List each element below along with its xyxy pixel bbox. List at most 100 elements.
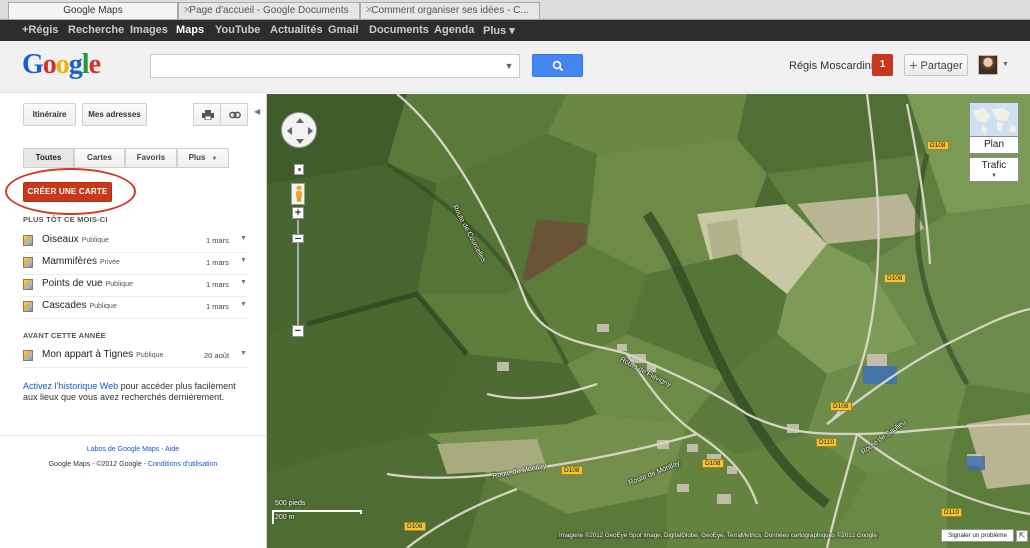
- section-title-older: AVANT CETTE ANNÉE: [23, 331, 106, 340]
- scale-meters: 200 m: [275, 514, 295, 521]
- tab-toutes[interactable]: Toutes: [23, 148, 74, 168]
- chevron-down-icon[interactable]: ▼: [240, 279, 247, 286]
- left-panel: Itinéraire Mes adresses ◀ Toutes Cartes …: [0, 94, 267, 548]
- create-map-button[interactable]: CRÉER UNE CARTE: [23, 182, 112, 202]
- notification-badge[interactable]: 1: [872, 54, 893, 76]
- zoom-in-button[interactable]: +: [292, 207, 304, 219]
- section-title-recent: PLUS TÔT CE MOIS-CI: [23, 215, 108, 224]
- gbar-item-plus-regis[interactable]: +Régis: [22, 24, 58, 36]
- my-map-icon: [23, 350, 33, 361]
- map-name[interactable]: Oiseaux: [42, 234, 79, 245]
- tab-close-icon[interactable]: ✕: [365, 3, 373, 18]
- my-map-icon: [23, 301, 33, 312]
- street-view-pegman[interactable]: [291, 183, 305, 205]
- chevron-down-icon[interactable]: ▼: [240, 257, 247, 264]
- road-shield: D108: [884, 274, 906, 283]
- map-copyright: Imagerie ©2012 GeoEye Spot Image, Digita…: [557, 532, 879, 539]
- chevron-down-icon: ▼: [211, 156, 218, 162]
- browser-tab-comment-organiser[interactable]: ✕ Comment organiser ses idées - C...: [360, 2, 540, 19]
- gbar-item-actualites[interactable]: Actualités: [270, 24, 323, 36]
- map-canvas[interactable]: Route de Courcelles Route de Montlay Rou…: [267, 94, 1030, 548]
- map-name[interactable]: Points de vue: [42, 278, 103, 289]
- search-icon: [552, 60, 564, 72]
- map-visibility: Publique: [89, 303, 117, 310]
- map-scale: 500 pieds 200 m: [272, 500, 367, 526]
- map-name[interactable]: Cascades: [42, 300, 86, 311]
- gbar-item-maps[interactable]: Maps: [176, 24, 204, 36]
- chevron-down-icon: ▼: [991, 173, 997, 179]
- tab-plus[interactable]: Plus ▼: [177, 148, 229, 168]
- browser-tab-title: Page d'accueil - Google Documents: [189, 5, 349, 16]
- zoom-area-icon[interactable]: [294, 164, 304, 175]
- plan-button[interactable]: Plan: [969, 136, 1019, 154]
- labs-link[interactable]: Labos de Google Maps: [87, 446, 159, 453]
- pan-control[interactable]: [281, 112, 317, 148]
- footer-links: Labos de Google Maps - Aide: [0, 446, 266, 453]
- pan-arrows-icon: [287, 118, 313, 144]
- app-window: Google Maps ✕ Page d'accueil - Google Do…: [0, 0, 1030, 548]
- plus-icon: +: [909, 57, 918, 73]
- print-button[interactable]: [193, 103, 221, 126]
- zoom-slider-handle[interactable]: [292, 234, 304, 243]
- satellite-imagery: [267, 94, 1030, 548]
- gbar-item-gmail[interactable]: Gmail: [328, 24, 359, 36]
- map-visibility: Publique: [105, 281, 133, 288]
- browser-tab-google-maps[interactable]: Google Maps: [8, 2, 178, 19]
- map-name[interactable]: Mammifères: [42, 256, 97, 267]
- list-item[interactable]: Points de vue Publique 1 mars ▼: [23, 276, 249, 297]
- road-shield: D110: [816, 438, 838, 447]
- copyright-text: Google Maps - ©2012 Google -: [48, 461, 148, 468]
- map-date: 1 mars: [206, 258, 229, 267]
- chevron-down-icon[interactable]: ▼: [240, 350, 247, 357]
- search-input[interactable]: [150, 54, 520, 78]
- share-button[interactable]: + Partager: [904, 54, 968, 76]
- enable-history-link[interactable]: Activez l'historique Web: [23, 381, 118, 391]
- my-places-button[interactable]: Mes adresses: [82, 103, 147, 126]
- avatar[interactable]: [978, 55, 998, 75]
- browser-tab-title: Comment organiser ses idées - C...: [371, 5, 529, 16]
- gbar-item-images[interactable]: Images: [130, 24, 168, 36]
- link-button[interactable]: [220, 103, 248, 126]
- resize-corner-icon[interactable]: ⇱: [1016, 530, 1028, 542]
- chevron-down-icon[interactable]: ▼: [1002, 61, 1009, 68]
- report-problem-button[interactable]: Signaler un problème: [941, 529, 1014, 542]
- panel-tabs: Toutes Cartes Favoris Plus ▼: [23, 148, 229, 168]
- user-name[interactable]: Régis Moscardini: [789, 60, 873, 72]
- map-date: 1 mars: [206, 302, 229, 311]
- map-name[interactable]: Mon appart à Tignes: [42, 349, 133, 360]
- chevron-down-icon[interactable]: ▼: [240, 235, 247, 242]
- google-logo[interactable]: Google: [22, 50, 101, 80]
- link-icon: [229, 111, 241, 119]
- search-dropdown-icon[interactable]: ▼: [500, 55, 518, 77]
- footer-copyright: Google Maps - ©2012 Google - Conditions …: [0, 461, 266, 468]
- zoom-out-button[interactable]: −: [292, 325, 304, 337]
- browser-tab-title: Google Maps: [63, 5, 123, 16]
- my-map-icon: [23, 279, 33, 290]
- map-visibility: Publique: [136, 352, 164, 359]
- list-item[interactable]: Mammifères Privée 1 mars ▼: [23, 254, 249, 275]
- itinerary-button[interactable]: Itinéraire: [23, 103, 76, 126]
- traffic-button[interactable]: Trafic ▼: [969, 157, 1019, 182]
- list-item[interactable]: Oiseaux Publique 1 mars ▼: [23, 232, 249, 253]
- map-date: 20 août: [204, 351, 230, 360]
- road-shield: D108: [561, 466, 583, 475]
- search-button[interactable]: [532, 54, 583, 77]
- divider: [0, 435, 266, 436]
- road-shield: D108: [830, 402, 852, 411]
- chevron-down-icon[interactable]: ▼: [240, 301, 247, 308]
- map-date: 1 mars: [206, 236, 229, 245]
- list-item[interactable]: Cascades Publique 1 mars ▼: [23, 298, 249, 319]
- gbar-item-recherche[interactable]: Recherche: [68, 24, 124, 36]
- gbar-item-plus[interactable]: Plus ▾: [483, 24, 515, 37]
- tab-cartes[interactable]: Cartes: [74, 148, 125, 168]
- help-link[interactable]: Aide: [165, 446, 179, 453]
- tab-close-icon[interactable]: ✕: [183, 3, 191, 18]
- gbar-item-youtube[interactable]: YouTube: [215, 24, 260, 36]
- list-item[interactable]: Mon appart à Tignes Publique 20 août ▼: [23, 347, 249, 368]
- gbar-item-agenda[interactable]: Agenda: [434, 24, 474, 36]
- browser-tab-google-docs[interactable]: ✕ Page d'accueil - Google Documents: [178, 2, 360, 19]
- collapse-panel-icon[interactable]: ◀: [254, 107, 260, 116]
- gbar-item-documents[interactable]: Documents: [369, 24, 429, 36]
- tab-favoris[interactable]: Favoris: [125, 148, 177, 168]
- terms-link[interactable]: Conditions d'utilisation: [148, 461, 217, 468]
